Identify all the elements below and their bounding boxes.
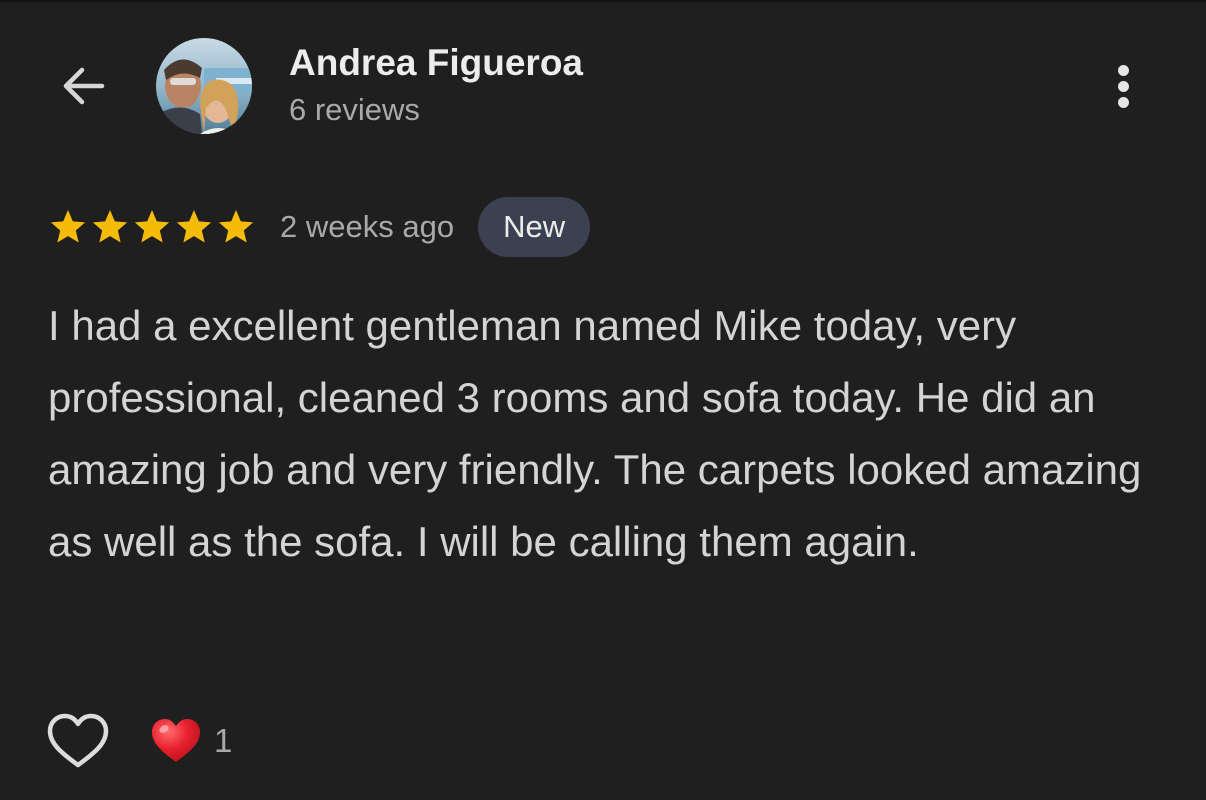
avatar[interactable] bbox=[156, 38, 252, 134]
arrow-left-icon bbox=[63, 67, 105, 105]
more-vertical-icon-dot bbox=[1117, 80, 1129, 92]
more-options-button[interactable] bbox=[1098, 56, 1148, 116]
review-time: 2 weeks ago bbox=[280, 209, 455, 244]
red-heart-icon bbox=[152, 719, 200, 762]
more-vertical-icon bbox=[1117, 64, 1129, 76]
avatar-photo bbox=[156, 38, 252, 134]
star-icon bbox=[50, 210, 86, 243]
reaction-count: 1 bbox=[214, 722, 233, 759]
star-rating bbox=[48, 207, 256, 247]
review-text: I had a excellent gentleman named Mike t… bbox=[48, 302, 1142, 565]
author-name[interactable]: Andrea Figueroa bbox=[289, 42, 583, 84]
more-vertical-icon-dot bbox=[1117, 96, 1129, 108]
review-detail-screen: Andrea Figueroa 6 reviews 2 weeks ago Ne… bbox=[0, 0, 1206, 800]
star-icon bbox=[134, 210, 170, 243]
heart-outline-icon bbox=[47, 713, 109, 768]
star-icon bbox=[218, 210, 254, 243]
star-icon bbox=[176, 210, 212, 243]
like-button[interactable] bbox=[46, 710, 110, 772]
review-count[interactable]: 6 reviews bbox=[289, 92, 420, 128]
reaction-summary[interactable]: 1 bbox=[150, 717, 232, 765]
new-badge: New bbox=[478, 197, 591, 257]
review-meta: 2 weeks ago New bbox=[48, 197, 591, 257]
back-button[interactable] bbox=[54, 56, 114, 116]
review-actions: 1 bbox=[46, 710, 232, 772]
star-icon bbox=[92, 210, 128, 243]
